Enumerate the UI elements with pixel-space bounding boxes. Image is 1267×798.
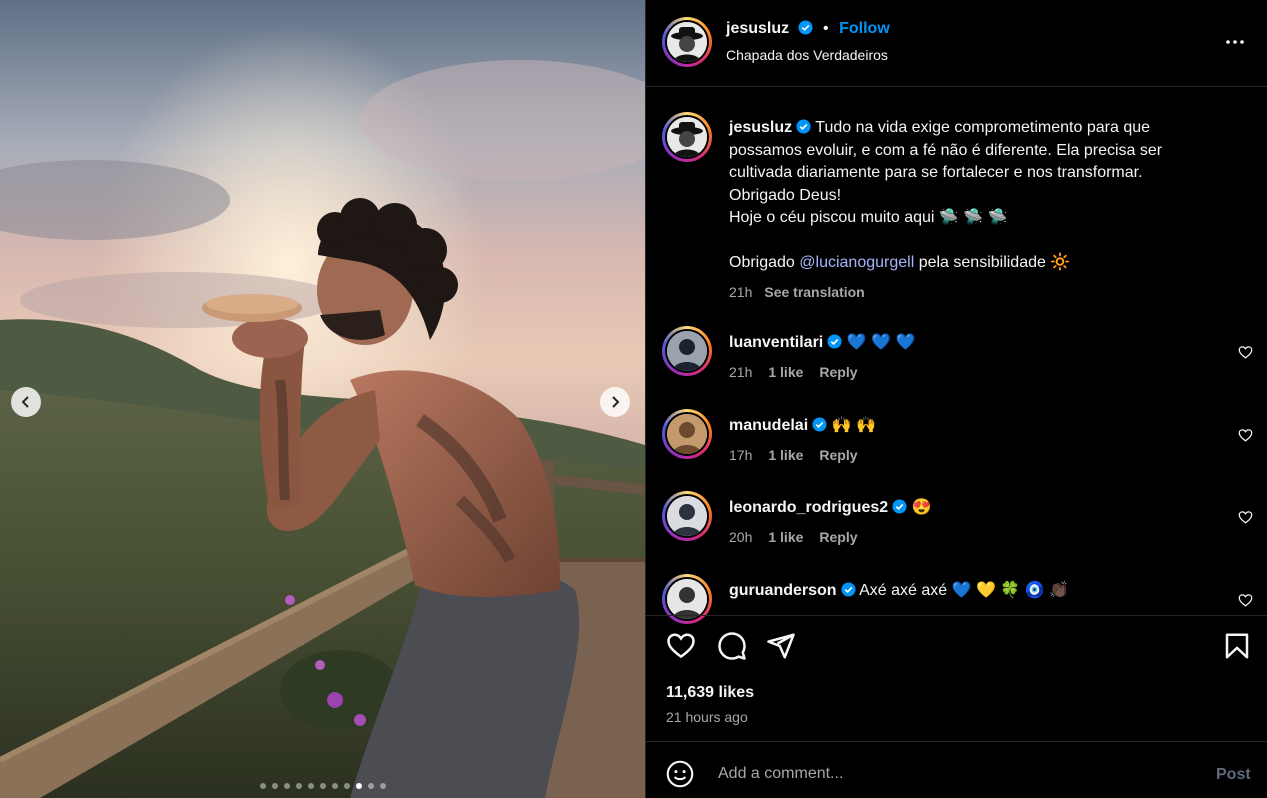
comment-time[interactable]: 17h (729, 447, 752, 463)
post-details: jesusluz • Follow Chapada dos Verdadeiro… (645, 0, 1267, 798)
comment-time[interactable]: 20h (729, 529, 752, 545)
comment-icon[interactable] (717, 631, 747, 661)
chevron-right-icon (612, 396, 620, 408)
avatar-image (667, 496, 707, 536)
carousel-next-button[interactable] (600, 387, 630, 417)
carousel-dot (259, 783, 266, 789)
caption-time[interactable]: 21h (729, 284, 752, 300)
verified-icon (827, 334, 842, 349)
comment-item: manudelai 🙌 🙌 17h 1 like Reply (646, 409, 1267, 479)
author-username[interactable]: jesusluz (726, 20, 789, 37)
carousel-dot (379, 783, 386, 789)
comment-username[interactable]: manudelai (729, 417, 808, 434)
comment-username[interactable]: guruanderson (729, 582, 837, 599)
post-time[interactable]: 21 hours ago (666, 709, 748, 725)
carousel-dot (343, 783, 350, 789)
carousel-indicator (0, 783, 645, 789)
carousel-dot (355, 783, 362, 789)
comment-text: Axé axé axé 💙 💛 🍀 🧿 👏🏿 (859, 582, 1070, 599)
comment-item: leonardo_rodrigues2 😍 20h 1 like Reply (646, 491, 1267, 561)
chevron-left-icon (21, 396, 29, 408)
comment-text: 💙 💙 💙 (846, 334, 916, 351)
heart-icon[interactable] (1238, 428, 1253, 443)
likes-count[interactable]: 11,639 likes (666, 684, 754, 702)
comment-input[interactable] (716, 756, 1180, 792)
heart-icon[interactable] (1238, 510, 1253, 525)
avatar-image (667, 331, 707, 371)
verified-icon (892, 499, 907, 514)
carousel-dot (271, 783, 278, 789)
caption-avatar[interactable] (662, 112, 712, 162)
post-comment-button[interactable]: Post (1216, 766, 1251, 784)
avatar-image (667, 414, 707, 454)
heart-icon[interactable] (1238, 345, 1253, 360)
comment-avatar[interactable] (662, 491, 712, 541)
verified-icon (796, 119, 811, 134)
author-avatar[interactable] (662, 17, 712, 67)
bookmark-icon[interactable] (1222, 631, 1252, 661)
post-location[interactable]: Chapada dos Verdadeiros (726, 47, 888, 63)
avatar-image (667, 22, 707, 62)
post-photo (0, 0, 645, 798)
post-dialog: jesusluz • Follow Chapada dos Verdadeiro… (0, 0, 1267, 798)
carousel-dot (295, 783, 302, 789)
comment-likes[interactable]: 1 like (768, 529, 803, 545)
post-header: jesusluz • Follow Chapada dos Verdadeiro… (646, 0, 1267, 87)
carousel-dot (367, 783, 374, 789)
avatar-image (667, 117, 707, 157)
separator-dot: • (823, 20, 829, 37)
caption-username[interactable]: jesusluz (729, 119, 792, 136)
verified-icon (841, 582, 856, 597)
more-icon (1226, 40, 1244, 44)
emoji-icon[interactable] (666, 760, 694, 788)
mention-link[interactable]: @lucianogurgell (799, 254, 914, 271)
comment-username[interactable]: leonardo_rodrigues2 (729, 499, 888, 516)
reply-button[interactable]: Reply (819, 447, 857, 463)
follow-button[interactable]: Follow (839, 20, 890, 37)
caption-thanks: Obrigado (729, 253, 800, 271)
carousel-dot (283, 783, 290, 789)
heart-icon[interactable] (1238, 593, 1253, 608)
reply-button[interactable]: Reply (819, 529, 857, 545)
add-comment-bar: Post (646, 741, 1267, 798)
comment-username[interactable]: luanventilari (729, 334, 823, 351)
comment-item: luanventilari 💙 💙 💙 21h 1 like Reply (646, 326, 1267, 396)
caption-thanks-suffix: pela sensibilidade 🔆 (914, 253, 1071, 271)
carousel-dot (319, 783, 326, 789)
comment-likes[interactable]: 1 like (768, 447, 803, 463)
avatar-image (667, 579, 707, 619)
more-options-button[interactable] (1223, 30, 1247, 54)
see-translation-button[interactable]: See translation (764, 284, 864, 300)
verified-icon (798, 20, 813, 35)
carousel-dot (331, 783, 338, 789)
carousel-dot (307, 783, 314, 789)
post-caption: jesusluz Tudo na vida exige comprometime… (729, 117, 1219, 304)
caption-line: Hoje o céu piscou muito aqui 🛸 🛸 🛸 (729, 209, 1008, 226)
caption-text: Tudo na vida exige comprometimento para … (729, 119, 1163, 181)
heart-icon[interactable] (666, 631, 696, 661)
carousel-prev-button[interactable] (11, 387, 41, 417)
comment-time[interactable]: 21h (729, 364, 752, 380)
comment-text: 🙌 🙌 (831, 417, 876, 434)
comment-likes[interactable]: 1 like (768, 364, 803, 380)
comment-avatar[interactable] (662, 326, 712, 376)
post-actions: 11,639 likes 21 hours ago (646, 615, 1267, 741)
post-image[interactable] (0, 0, 645, 798)
verified-icon (812, 417, 827, 432)
comment-avatar[interactable] (662, 409, 712, 459)
share-icon[interactable] (766, 631, 796, 661)
caption-line: Obrigado Deus! (729, 186, 842, 204)
comment-text: 😍 (911, 499, 932, 516)
reply-button[interactable]: Reply (819, 364, 857, 380)
